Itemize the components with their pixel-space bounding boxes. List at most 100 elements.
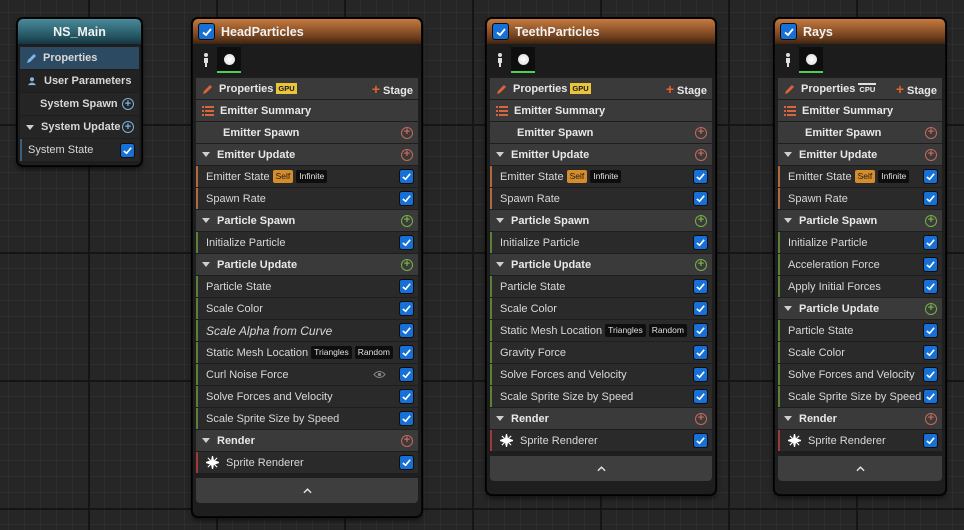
add-module-plus-icon[interactable]: + — [401, 148, 413, 161]
enabled-checkbox[interactable] — [924, 346, 937, 359]
emitter-summary-row[interactable]: Emitter Summary — [490, 100, 712, 121]
system-state-row[interactable]: System State — [20, 139, 139, 161]
collapse-arrow-icon[interactable] — [202, 152, 210, 157]
sprite-thumbnail[interactable] — [799, 47, 823, 73]
module-row[interactable]: Scale Sprite Size by Speed — [778, 386, 942, 407]
enabled-checkbox[interactable] — [694, 170, 707, 183]
section-header-emitter-spawn[interactable]: Emitter Spawn + — [778, 122, 942, 143]
enabled-checkbox[interactable] — [694, 346, 707, 359]
enabled-checkbox[interactable] — [694, 236, 707, 249]
section-header-render[interactable]: Render + — [196, 430, 418, 451]
add-module-plus-icon[interactable]: + — [695, 148, 707, 161]
module-row[interactable]: Solve Forces and Velocity — [778, 364, 942, 385]
module-row[interactable]: Initialize Particle — [196, 232, 418, 253]
add-module-plus-icon[interactable]: + — [695, 126, 707, 139]
enabled-checkbox[interactable] — [694, 192, 707, 205]
enabled-checkbox[interactable] — [924, 390, 937, 403]
emitter-enabled-checkbox[interactable] — [199, 24, 214, 39]
section-header-particle-spawn[interactable]: Particle Spawn + — [196, 210, 418, 231]
module-row[interactable]: Particle State — [778, 320, 942, 341]
collapse-arrow-icon[interactable] — [496, 416, 504, 421]
add-module-plus-icon[interactable]: + — [925, 412, 937, 425]
enabled-checkbox[interactable] — [924, 324, 937, 337]
emitter-header[interactable]: TeethParticles — [487, 19, 715, 44]
add-module-plus-icon[interactable]: + — [695, 214, 707, 227]
module-row[interactable]: Gravity Force — [490, 342, 712, 363]
module-row[interactable]: Emitter State Self Infinite — [490, 166, 712, 187]
collapse-arrow-icon[interactable] — [496, 218, 504, 223]
system-node-header[interactable]: NS_Main — [18, 19, 141, 44]
enabled-checkbox[interactable] — [400, 368, 413, 381]
add-stage-button[interactable]: + Stage — [896, 81, 937, 97]
module-row[interactable]: Apply Initial Forces — [778, 276, 942, 297]
section-header-particle-update[interactable]: Particle Update + — [778, 298, 942, 319]
enabled-checkbox[interactable] — [694, 302, 707, 315]
add-stage-button[interactable]: + Stage — [666, 81, 707, 97]
module-row[interactable]: Emitter State Self Infinite — [196, 166, 418, 187]
enabled-checkbox[interactable] — [694, 368, 707, 381]
module-row[interactable]: Emitter State Self Infinite — [778, 166, 942, 187]
enabled-checkbox[interactable] — [694, 324, 707, 337]
section-header-render[interactable]: Render + — [490, 408, 712, 429]
collapse-arrow-icon[interactable] — [784, 218, 792, 223]
enabled-checkbox[interactable] — [694, 280, 707, 293]
system-node-ns-main[interactable]: NS_Main Properties User Parameters Syste… — [17, 18, 142, 166]
eye-icon[interactable] — [373, 370, 386, 379]
module-row[interactable]: Particle State — [196, 276, 418, 297]
emitter-summary-row[interactable]: Emitter Summary — [778, 100, 942, 121]
user-parameters-row[interactable]: User Parameters — [20, 70, 139, 92]
enabled-checkbox[interactable] — [400, 456, 413, 469]
emitter-header[interactable]: Rays — [775, 19, 945, 44]
module-row[interactable]: Sprite Renderer — [490, 430, 712, 451]
collapse-arrow-icon[interactable] — [496, 262, 504, 267]
module-row[interactable]: Initialize Particle — [778, 232, 942, 253]
add-module-plus-icon[interactable]: + — [401, 214, 413, 227]
add-module-plus-icon[interactable]: + — [695, 258, 707, 271]
add-stage-button[interactable]: + Stage — [372, 81, 413, 97]
section-header-emitter-spawn[interactable]: Emitter Spawn + — [490, 122, 712, 143]
system-update-row[interactable]: System Update + — [20, 116, 139, 138]
module-row[interactable]: Spawn Rate — [778, 188, 942, 209]
module-row[interactable]: Sprite Renderer — [196, 452, 418, 473]
add-module-plus-icon[interactable]: + — [695, 412, 707, 425]
enabled-checkbox[interactable] — [400, 192, 413, 205]
sprite-thumbnail[interactable] — [217, 47, 241, 73]
enabled-checkbox[interactable] — [924, 192, 937, 205]
section-header-particle-spawn[interactable]: Particle Spawn + — [778, 210, 942, 231]
emitter-node-rays[interactable]: Rays Properties CPU + Stage Emitter Summary Em… — [774, 18, 946, 495]
module-row[interactable]: Scale Sprite Size by Speed — [196, 408, 418, 429]
emitter-enabled-checkbox[interactable] — [781, 24, 796, 39]
collapse-arrow-icon[interactable] — [202, 262, 210, 267]
enabled-checkbox[interactable] — [400, 280, 413, 293]
enabled-checkbox[interactable] — [924, 368, 937, 381]
enabled-checkbox[interactable] — [924, 434, 937, 447]
enabled-checkbox[interactable] — [924, 280, 937, 293]
add-module-plus-icon[interactable]: + — [925, 214, 937, 227]
module-row[interactable]: Curl Noise Force — [196, 364, 418, 385]
emitter-node-headparticles[interactable]: HeadParticles Properties GPU + Stage Emitter … — [192, 18, 422, 517]
add-module-plus-icon[interactable]: + — [122, 98, 134, 110]
emitter-node-teethparticles[interactable]: TeethParticles Properties GPU + Stage Emitter… — [486, 18, 716, 495]
module-row[interactable]: Solve Forces and Velocity — [196, 386, 418, 407]
collapse-arrow-icon[interactable] — [202, 218, 210, 223]
collapse-arrow-icon[interactable] — [784, 152, 792, 157]
section-header-emitter-update[interactable]: Emitter Update + — [490, 144, 712, 165]
enabled-checkbox[interactable] — [400, 170, 413, 183]
module-row[interactable]: Static Mesh Location Triangles Random — [490, 320, 712, 341]
enabled-checkbox[interactable] — [694, 390, 707, 403]
section-header-emitter-update[interactable]: Emitter Update + — [778, 144, 942, 165]
enabled-checkbox[interactable] — [121, 143, 134, 157]
enabled-checkbox[interactable] — [400, 236, 413, 249]
enabled-checkbox[interactable] — [924, 258, 937, 271]
system-spawn-row[interactable]: System Spawn + — [20, 93, 139, 115]
enabled-checkbox[interactable] — [924, 236, 937, 249]
add-module-plus-icon[interactable]: + — [925, 126, 937, 139]
module-row[interactable]: Static Mesh Location Triangles Random — [196, 342, 418, 363]
add-module-plus-icon[interactable]: + — [401, 126, 413, 139]
enabled-checkbox[interactable] — [924, 170, 937, 183]
collapse-arrow-icon[interactable] — [496, 152, 504, 157]
module-row[interactable]: Sprite Renderer — [778, 430, 942, 451]
emitter-properties-row[interactable]: Properties GPU + Stage — [196, 78, 418, 99]
module-row[interactable]: Initialize Particle — [490, 232, 712, 253]
enabled-checkbox[interactable] — [400, 346, 413, 359]
